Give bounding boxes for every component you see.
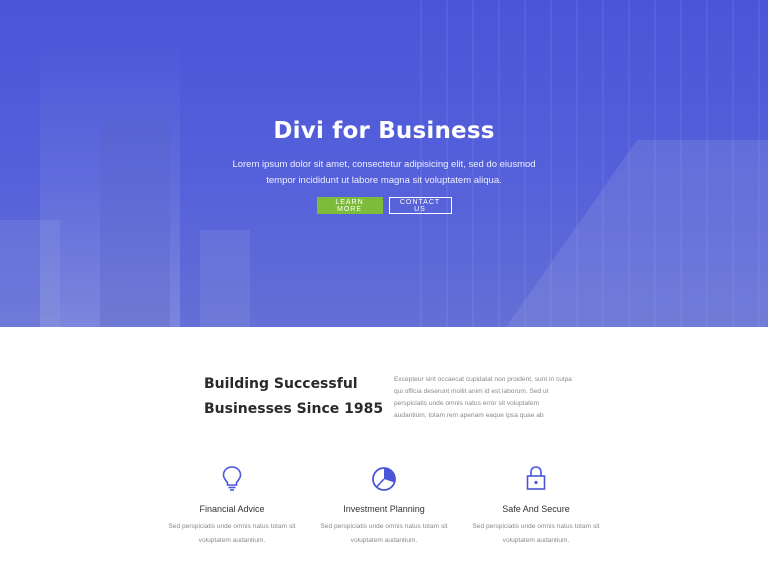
hero-subtitle: Lorem ipsum dolor sit amet, consectetur …	[232, 159, 536, 186]
hero-buttons: LEARN MORE CONTACT US	[0, 197, 768, 214]
intro-paragraph: Excepteur sint occaecat cupidatat non pr…	[394, 376, 572, 419]
lightbulb-icon	[222, 466, 242, 491]
lock-icon	[526, 466, 546, 490]
intro-heading-line1: Building Successful	[204, 376, 358, 392]
intro-heading: Building Successful Businesses Since 198…	[204, 372, 384, 422]
hero-background-building	[0, 220, 60, 327]
feature-safe-and-secure: Safe And Secure Sed perspiciatis unde om…	[466, 464, 606, 548]
pie-chart-icon	[372, 467, 396, 491]
feature-title: Investment Planning	[343, 504, 425, 514]
feature-title: Financial Advice	[199, 504, 265, 514]
intro-heading-year: 1985	[344, 401, 384, 417]
feature-investment-planning: Investment Planning Sed perspiciatis und…	[314, 464, 454, 548]
intro-heading-line2: Businesses Since	[204, 401, 345, 417]
feature-text: Sed perspiciatis unde omnis natus totam …	[320, 523, 448, 544]
contact-us-button[interactable]: CONTACT US	[388, 197, 452, 214]
feature-title: Safe And Secure	[502, 504, 570, 514]
hero-section: Divi for Business Lorem ipsum dolor sit …	[0, 0, 768, 327]
learn-more-button[interactable]: LEARN MORE	[316, 197, 383, 214]
feature-financial-advice: Financial Advice Sed perspiciatis unde o…	[162, 464, 302, 548]
feature-text: Sed perspiciatis unde omnis natus totam …	[168, 523, 296, 544]
hero-content: Divi for Business Lorem ipsum dolor sit …	[0, 118, 768, 214]
hero-title: Divi for Business	[273, 118, 495, 144]
hero-background-building	[200, 230, 250, 327]
feature-text: Sed perspiciatis unde omnis natus totam …	[472, 523, 600, 544]
